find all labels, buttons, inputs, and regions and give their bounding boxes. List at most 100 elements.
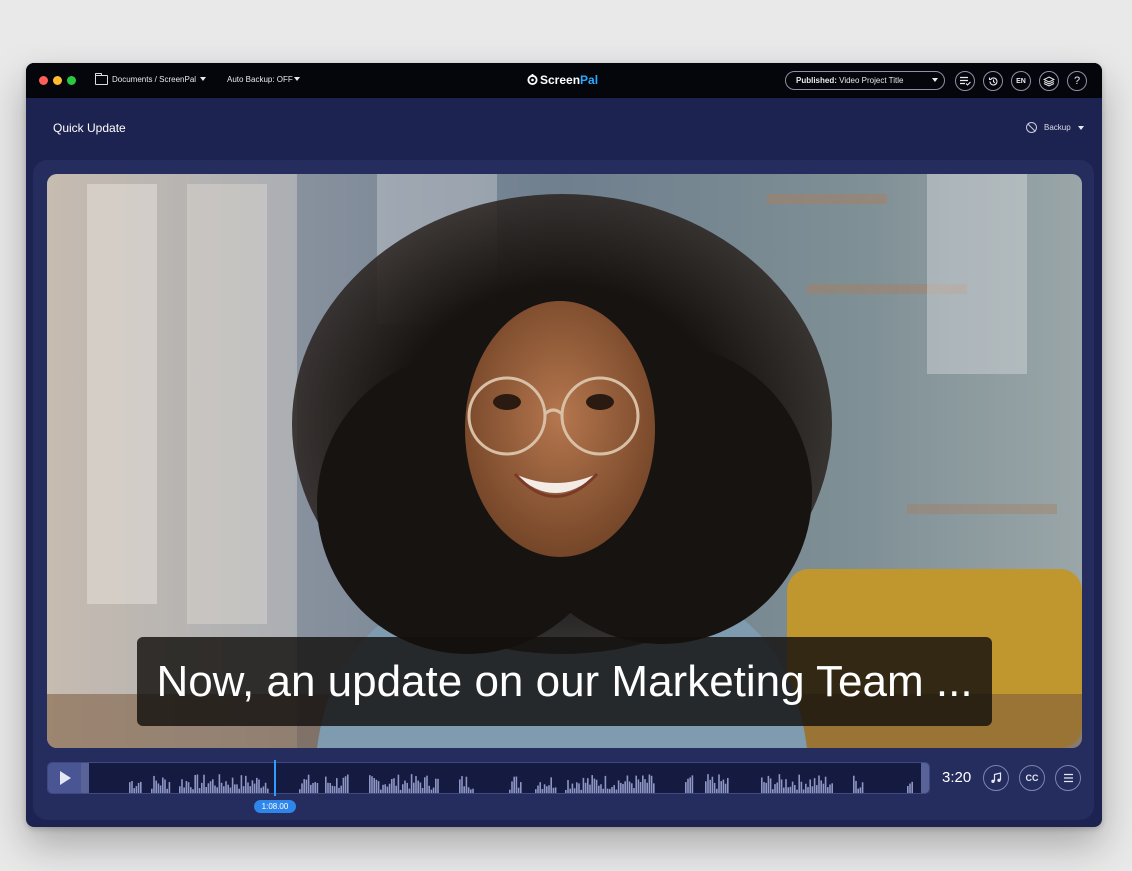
- waveform-bar: [611, 787, 613, 793]
- waveform-bar: [231, 777, 234, 793]
- waveform-bar: [262, 786, 265, 793]
- music-icon[interactable]: [983, 765, 1009, 791]
- waveform-bar: [415, 776, 417, 793]
- waveform-bar: [857, 788, 859, 793]
- close-window-button[interactable]: [39, 76, 48, 85]
- waveform-bar: [818, 775, 820, 793]
- waveform-bar: [713, 782, 716, 793]
- waveform-bar: [168, 782, 171, 793]
- waveform-bar: [421, 787, 424, 793]
- waveform-bar: [776, 782, 778, 793]
- waveform-bar: [722, 779, 725, 793]
- help-icon[interactable]: ?: [1067, 71, 1087, 91]
- waveform-bar: [707, 774, 709, 793]
- waveform-bar: [227, 784, 229, 793]
- waveform-bar: [774, 784, 776, 793]
- publish-select[interactable]: Published: Video Project Title: [785, 71, 945, 90]
- history-icon[interactable]: [983, 71, 1003, 91]
- waveform-bar: [465, 776, 468, 793]
- waveform-bar: [911, 781, 913, 793]
- waveform-bar: [426, 775, 428, 793]
- waveform-bar: [541, 788, 544, 793]
- waveform-bar: [646, 782, 648, 793]
- chevron-down-icon: [932, 78, 938, 82]
- trim-handle-left[interactable]: [81, 763, 89, 793]
- waveform-bar: [312, 782, 314, 793]
- waveform-bar: [569, 788, 571, 793]
- waveform-bar: [236, 784, 238, 793]
- waveform-bar: [716, 788, 718, 793]
- language-icon[interactable]: EN: [1011, 71, 1031, 91]
- waveform-bar: [338, 787, 340, 793]
- waveform-bar: [606, 788, 609, 793]
- waveform-bar: [822, 783, 825, 793]
- waveform-bar: [709, 779, 711, 793]
- app-window: Documents / ScreenPal Auto Backup: OFF S…: [26, 63, 1102, 827]
- video-frame[interactable]: Now, an update on our Marketing Team ...: [47, 174, 1082, 748]
- waveform-bar: [855, 780, 857, 793]
- publish-title: Video Project Title: [839, 76, 904, 85]
- waveform-bar: [331, 785, 334, 793]
- folder-breadcrumb[interactable]: Documents / ScreenPal: [112, 75, 196, 84]
- publish-select-label: Published: Video Project Title: [796, 76, 903, 85]
- waveform-bar: [329, 782, 331, 793]
- closed-captions-button[interactable]: CC: [1019, 765, 1045, 791]
- menu-icon[interactable]: [1055, 765, 1081, 791]
- waveform-bar: [225, 781, 227, 793]
- waveform-bar: [602, 788, 604, 793]
- waveform-bar: [813, 778, 816, 793]
- waveform-bar: [205, 786, 207, 793]
- waveform-bar: [384, 784, 386, 793]
- page-title: Quick Update: [53, 121, 126, 135]
- waveform-bar: [763, 781, 765, 793]
- waveform-bar: [432, 787, 435, 793]
- waveform-bar: [720, 781, 722, 793]
- waveform-bar: [778, 774, 781, 793]
- waveform-bar: [192, 789, 194, 793]
- waveform-bar: [190, 787, 192, 793]
- maximize-window-button[interactable]: [67, 76, 76, 85]
- waveform-bar: [567, 780, 569, 793]
- waveform-bar: [761, 777, 763, 793]
- waveform-bar: [791, 781, 794, 793]
- waveform-bar: [584, 782, 587, 793]
- waveform-bar: [853, 775, 855, 793]
- audio-waveform: [129, 774, 913, 793]
- auto-backup-toggle[interactable]: Auto Backup: OFF: [227, 75, 293, 84]
- waveform-bar: [223, 786, 225, 793]
- waveform-bar: [598, 785, 600, 793]
- trim-handle-right[interactable]: [921, 763, 929, 793]
- play-icon[interactable]: [48, 763, 81, 793]
- waveform-bar: [135, 786, 138, 793]
- waveform-bar: [609, 788, 611, 793]
- waveform-bar: [419, 782, 422, 793]
- waveform-bar: [299, 789, 301, 793]
- waveform-bar: [267, 788, 269, 793]
- waveform-bar: [472, 788, 474, 793]
- waveform-bar: [613, 785, 615, 793]
- backup-dropdown[interactable]: Backup: [1026, 121, 1088, 135]
- playhead[interactable]: [274, 760, 276, 796]
- waveform-bar: [307, 774, 310, 793]
- minimize-window-button[interactable]: [53, 76, 62, 85]
- waveform-bar: [253, 783, 256, 793]
- waveform-bar: [437, 778, 439, 793]
- waveform-bar: [207, 783, 210, 793]
- chevron-down-icon[interactable]: [294, 77, 300, 81]
- waveform-bar: [548, 785, 550, 793]
- waveform-bar: [783, 787, 785, 793]
- waveform-bar: [201, 782, 203, 793]
- waveform-bar: [157, 783, 160, 793]
- waveform-bar: [685, 782, 687, 793]
- checklist-icon[interactable]: [955, 71, 975, 91]
- waveform-bar: [711, 776, 714, 793]
- chevron-down-icon[interactable]: [200, 77, 206, 81]
- waveform-bar: [428, 785, 430, 793]
- timeline-track[interactable]: [47, 762, 930, 794]
- waveform-bar: [181, 779, 183, 793]
- logo-text-pal: Pal: [580, 73, 599, 87]
- folder-icon[interactable]: [95, 73, 108, 85]
- waveform-bar: [650, 775, 653, 793]
- waveform-bar: [535, 789, 537, 793]
- layers-icon[interactable]: [1039, 71, 1059, 91]
